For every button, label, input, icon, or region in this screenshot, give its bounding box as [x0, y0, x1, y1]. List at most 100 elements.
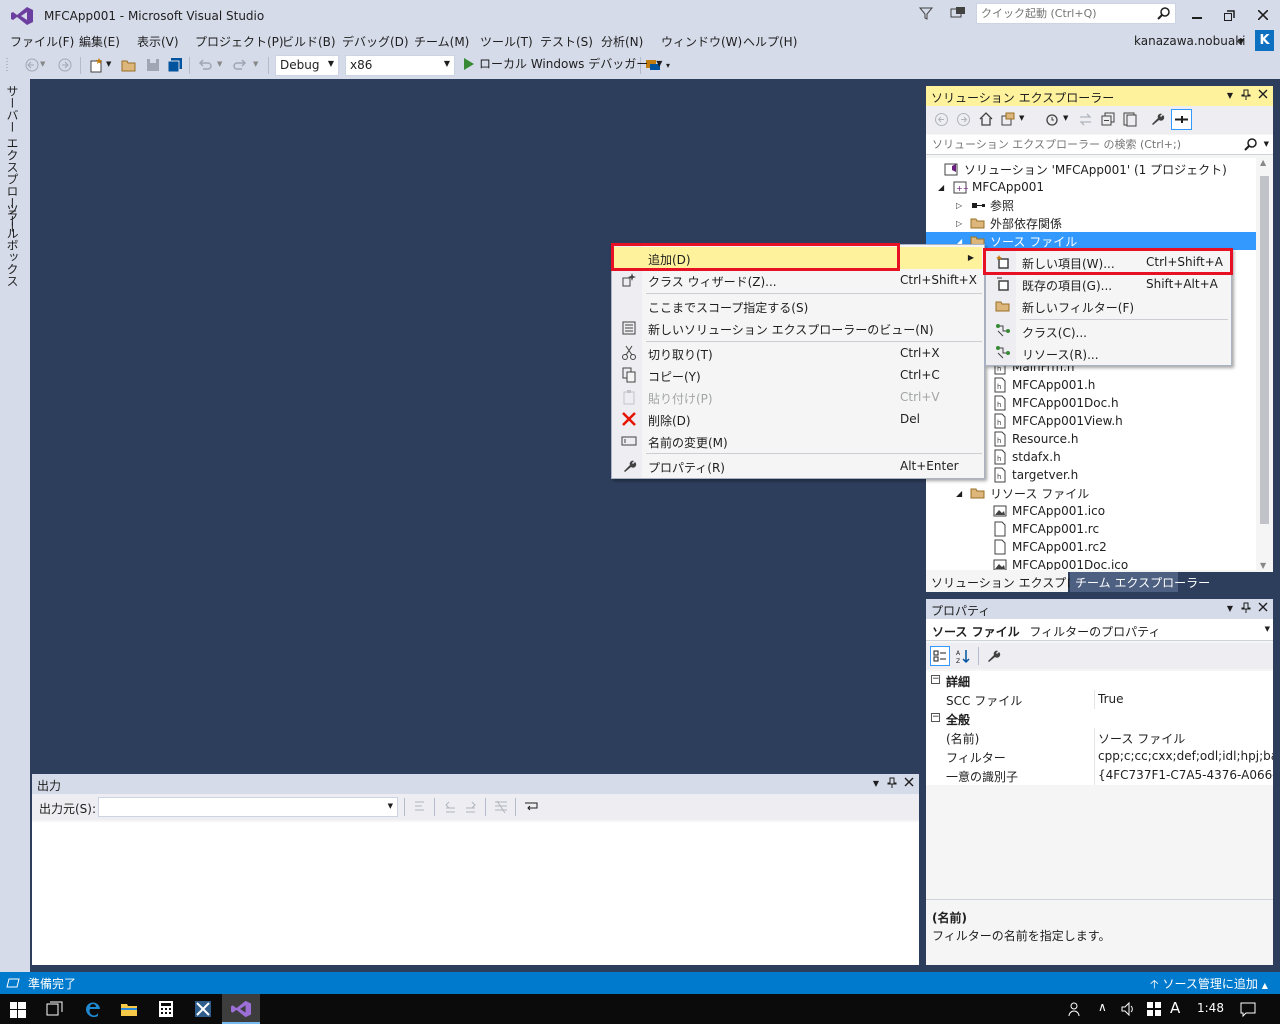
- chevron-up-icon[interactable]: ∧: [1098, 1000, 1107, 1014]
- pending-changes-filter-icon[interactable]: [1044, 111, 1060, 127]
- chevron-down-icon[interactable]: ▼: [1063, 114, 1068, 122]
- close-icon[interactable]: [1258, 602, 1268, 612]
- avatar[interactable]: K: [1255, 30, 1274, 51]
- chevron-down-icon[interactable]: ▼: [106, 60, 114, 76]
- tree-node-file[interactable]: h targetver.h: [992, 466, 1078, 484]
- menu-item-delete[interactable]: 削除(D) Del: [614, 408, 982, 430]
- user-account-name[interactable]: kanazawa.nobuaki: [1134, 34, 1246, 48]
- chevron-down-icon[interactable]: ▼: [873, 779, 879, 788]
- tree-node-file[interactable]: MFCApp001Doc.ico: [992, 556, 1128, 570]
- menu-item-new-solution-view[interactable]: 新しいソリューション エクスプローラーのビュー(N): [614, 317, 982, 339]
- new-project-icon[interactable]: [88, 57, 104, 73]
- next-message-icon[interactable]: [463, 799, 479, 815]
- search-icon[interactable]: [1157, 7, 1170, 20]
- chevron-down-icon[interactable]: ▼: [217, 60, 225, 76]
- pin-icon[interactable]: [1241, 89, 1251, 101]
- menu-project[interactable]: プロジェクト(P): [195, 33, 284, 50]
- property-category-details[interactable]: − 詳細: [926, 671, 1273, 690]
- menu-item-copy[interactable]: コピー(Y) Ctrl+C: [614, 364, 982, 386]
- notification-filter-icon[interactable]: [918, 5, 934, 21]
- menu-help[interactable]: ヘルプ(H): [743, 33, 797, 50]
- open-file-icon[interactable]: [121, 57, 137, 73]
- scrollbar-thumb[interactable]: [1260, 176, 1269, 524]
- scroll-down-icon[interactable]: ▼: [1260, 561, 1266, 570]
- search-icon[interactable]: [1244, 138, 1257, 151]
- close-button[interactable]: [1246, 0, 1280, 30]
- minimize-button[interactable]: [1180, 0, 1214, 30]
- app-icon[interactable]: [194, 1000, 212, 1018]
- scroll-up-icon[interactable]: ▲: [1260, 158, 1266, 167]
- tree-node-file[interactable]: h stdafx.h: [992, 448, 1061, 466]
- previous-message-icon[interactable]: [442, 799, 458, 815]
- categorized-icon[interactable]: [930, 646, 950, 666]
- property-row[interactable]: フィルター cpp;c;cc;cxx;def;odl;idl;hpj;bat;a…: [926, 747, 1273, 766]
- forward-icon[interactable]: [956, 112, 971, 127]
- preview-selected-icon[interactable]: [1171, 109, 1192, 130]
- menu-edit[interactable]: 編集(E): [79, 33, 120, 50]
- chevron-down-icon[interactable]: ▼: [1227, 604, 1233, 613]
- properties-wrench-icon[interactable]: [1149, 111, 1165, 127]
- submenu-item-new-filter[interactable]: 新しいフィルター(F): [988, 295, 1229, 317]
- quick-launch-input[interactable]: [977, 4, 1147, 23]
- menu-item-scope-to-this[interactable]: ここまでスコープ指定する(S): [614, 295, 982, 317]
- property-object-selector[interactable]: ソース ファイル フィルターのプロパティ ▼: [926, 619, 1273, 641]
- menu-test[interactable]: テスト(S): [540, 33, 593, 50]
- property-row[interactable]: 一意の識別子 {4FC737F1-C7A5-4376-A066-2A32: [926, 766, 1273, 785]
- tab-team-explorer[interactable]: チーム エクスプローラー: [1070, 572, 1210, 592]
- property-pages-wrench-icon[interactable]: [985, 648, 1001, 664]
- tab-toolbox[interactable]: ツールボックス: [4, 203, 21, 287]
- sync-icon[interactable]: [1078, 112, 1093, 127]
- menu-file[interactable]: ファイル(F): [10, 33, 74, 50]
- restore-button[interactable]: [1212, 0, 1246, 30]
- pin-icon[interactable]: [1241, 602, 1251, 614]
- menu-build[interactable]: ビルド(B): [282, 33, 336, 50]
- tree-node-references[interactable]: ▷ 参照: [956, 196, 1014, 214]
- menu-analyze[interactable]: 分析(N): [601, 33, 643, 50]
- pin-icon[interactable]: [887, 777, 897, 789]
- collapsed-arrow-icon[interactable]: ▷: [956, 201, 970, 210]
- navigate-forward-icon[interactable]: [57, 57, 73, 73]
- menu-tools[interactable]: ツール(T): [480, 33, 533, 50]
- chevron-down-icon[interactable]: ▼: [1264, 140, 1269, 148]
- tree-node-resource-files[interactable]: ◢ リソース ファイル: [956, 484, 1089, 502]
- chevron-down-icon[interactable]: ▼: [1019, 114, 1024, 122]
- tree-node-file[interactable]: h MFCApp001View.h: [992, 412, 1123, 430]
- tree-node-file[interactable]: h Resource.h: [992, 430, 1078, 448]
- expanded-arrow-icon[interactable]: ◢: [938, 183, 952, 192]
- menu-debug[interactable]: デバッグ(D): [342, 33, 409, 50]
- people-icon[interactable]: [1068, 1001, 1084, 1017]
- submenu-item-existing-item[interactable]: 既存の項目(G)... Shift+Alt+A: [988, 273, 1229, 295]
- word-wrap-icon[interactable]: [523, 799, 539, 815]
- edge-browser-icon[interactable]: [84, 1000, 102, 1018]
- menu-item-class-wizard[interactable]: クラス ウィザード(Z)... Ctrl+Shift+X: [614, 269, 982, 291]
- tree-node-file[interactable]: h MFCApp001.h: [992, 376, 1095, 394]
- submenu-item-resource[interactable]: リソース(R)...: [988, 342, 1229, 364]
- menu-view[interactable]: 表示(V): [137, 33, 179, 50]
- show-all-files-icon[interactable]: [1122, 111, 1138, 127]
- collapse-icon[interactable]: −: [931, 675, 940, 684]
- output-source-dropdown[interactable]: ▼: [98, 797, 398, 817]
- speaker-icon[interactable]: [1120, 1001, 1136, 1017]
- chevron-down-icon[interactable]: ▼: [253, 60, 261, 76]
- visual-studio-taskbar-icon[interactable]: [222, 994, 260, 1024]
- action-center-icon[interactable]: [1240, 1001, 1256, 1017]
- toolbar-overflow-icon[interactable]: ▾: [666, 61, 674, 77]
- save-all-icon[interactable]: [167, 57, 183, 73]
- switch-views-icon[interactable]: [1000, 111, 1016, 127]
- start-debugging-button[interactable]: ローカル Windows デバッガー ▼: [464, 55, 662, 72]
- calculator-icon[interactable]: [158, 1000, 174, 1018]
- navigate-back-icon[interactable]: [24, 57, 40, 73]
- chevron-down-icon[interactable]: ▼: [40, 60, 48, 76]
- solution-search-box[interactable]: ▼: [926, 135, 1273, 155]
- redo-icon[interactable]: [232, 57, 248, 73]
- find-message-in-code-icon[interactable]: [412, 799, 428, 815]
- collapsed-arrow-icon[interactable]: ▷: [956, 219, 970, 228]
- solution-config-dropdown[interactable]: Debug ▼: [275, 55, 339, 76]
- menu-item-rename[interactable]: 名前の変更(M): [614, 430, 982, 452]
- tree-node-file[interactable]: MFCApp001.rc2: [992, 538, 1107, 556]
- menu-item-paste[interactable]: 貼り付け(P) Ctrl+V: [614, 386, 982, 408]
- property-category-general[interactable]: − 全般: [926, 709, 1273, 728]
- expanded-arrow-icon[interactable]: ◢: [956, 489, 970, 498]
- tree-node-file[interactable]: MFCApp001.rc: [992, 520, 1099, 538]
- tree-node-solution[interactable]: ソリューション 'MFCApp001' (1 プロジェクト): [930, 160, 1227, 178]
